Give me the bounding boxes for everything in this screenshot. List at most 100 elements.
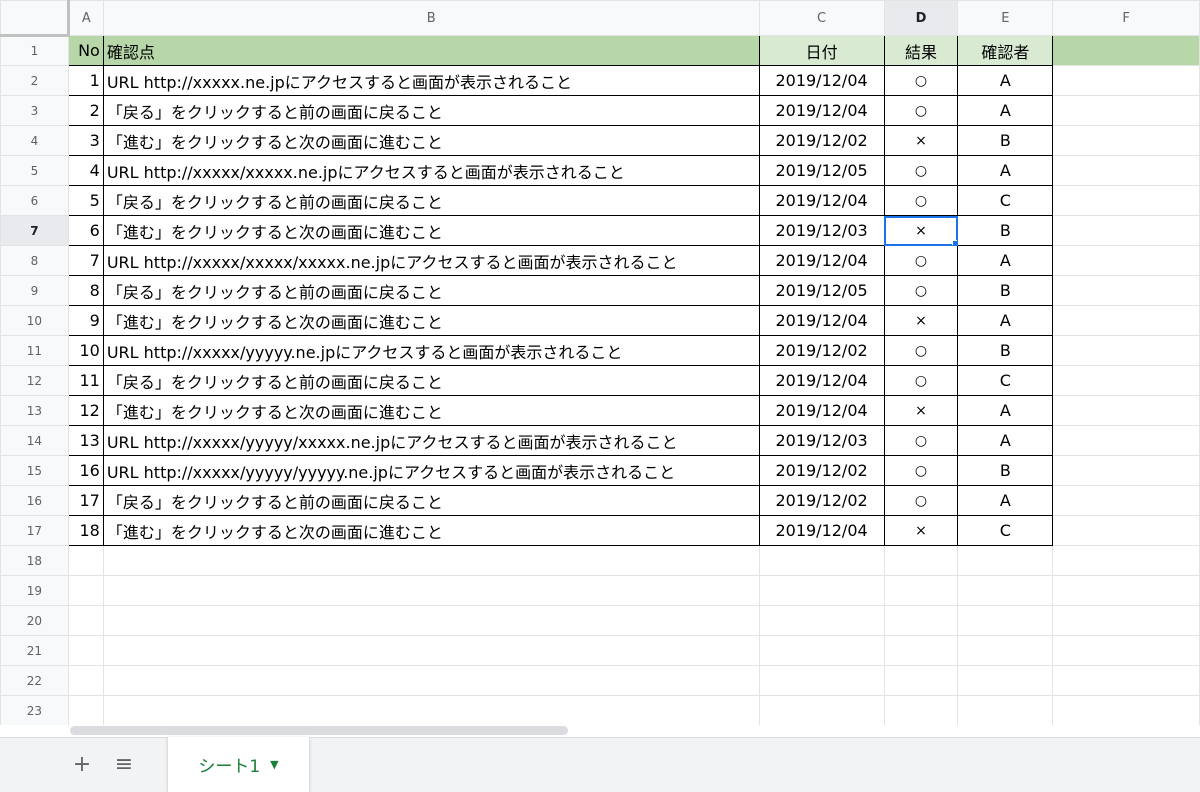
horizontal-scrollbar[interactable]: [70, 726, 568, 735]
cell-date[interactable]: 2019/12/04: [758, 185, 885, 216]
cell-no[interactable]: 4: [67, 155, 104, 186]
cell-checker[interactable]: A: [957, 395, 1054, 426]
row-header[interactable]: 14: [0, 425, 69, 456]
cell-result[interactable]: ×: [883, 395, 959, 426]
cell-no[interactable]: 11: [67, 365, 104, 396]
empty-cell[interactable]: [883, 635, 959, 666]
cell-check[interactable]: 「進む」をクリックすると次の画面に進むこと: [102, 515, 760, 546]
cell-result[interactable]: ○: [883, 245, 959, 276]
cell-checker[interactable]: B: [957, 215, 1054, 246]
empty-cell[interactable]: [67, 575, 104, 606]
cell-no[interactable]: 2: [67, 95, 104, 126]
empty-cell[interactable]: [1052, 605, 1200, 636]
cell-no[interactable]: 3: [67, 125, 104, 156]
cell-no[interactable]: 6: [67, 215, 104, 246]
empty-cell[interactable]: [957, 605, 1054, 636]
select-all-corner[interactable]: [0, 0, 70, 37]
empty-cell[interactable]: [1052, 515, 1200, 546]
header-cell-date[interactable]: 日付: [758, 35, 885, 66]
empty-cell[interactable]: [1052, 395, 1200, 426]
row-header[interactable]: 2: [0, 65, 69, 96]
cell-checker[interactable]: A: [957, 485, 1054, 516]
list-icon[interactable]: ≡: [108, 748, 140, 780]
cell-result[interactable]: ○: [883, 155, 959, 186]
cell-date[interactable]: 2019/12/04: [758, 395, 885, 426]
caret-down-icon[interactable]: ▼: [270, 758, 278, 771]
cell-date[interactable]: 2019/12/03: [758, 425, 885, 456]
cell-check[interactable]: 「戻る」をクリックすると前の画面に戻ること: [102, 275, 760, 306]
fill-handle[interactable]: [952, 240, 957, 245]
row-header[interactable]: 17: [0, 515, 69, 546]
empty-cell[interactable]: [67, 695, 104, 725]
cell-date[interactable]: 2019/12/04: [758, 95, 885, 126]
empty-cell[interactable]: [1052, 275, 1200, 306]
empty-cell[interactable]: [1052, 665, 1200, 696]
empty-cell[interactable]: [67, 545, 104, 576]
column-header-d[interactable]: D: [883, 0, 959, 36]
empty-cell[interactable]: [883, 665, 959, 696]
empty-cell[interactable]: [1052, 485, 1200, 516]
empty-cell[interactable]: [957, 665, 1054, 696]
row-header[interactable]: 4: [0, 125, 69, 156]
cell-check[interactable]: URL http://xxxxx/yyyyy/yyyyy.ne.jpにアクセスす…: [102, 455, 760, 486]
cell-no[interactable]: 9: [67, 305, 104, 336]
cell-checker[interactable]: B: [957, 275, 1054, 306]
cell-check[interactable]: URL http://xxxxx/xxxxx.ne.jpにアクセスすると画面が表…: [102, 155, 760, 186]
empty-cell[interactable]: [1052, 95, 1200, 126]
cell-check[interactable]: 「進む」をクリックすると次の画面に進むこと: [102, 395, 760, 426]
empty-cell[interactable]: [758, 545, 885, 576]
cell-result[interactable]: ○: [883, 95, 959, 126]
empty-cell[interactable]: [1052, 65, 1200, 96]
row-header[interactable]: 3: [0, 95, 69, 126]
empty-cell[interactable]: [1052, 575, 1200, 606]
cell-date[interactable]: 2019/12/04: [758, 65, 885, 96]
cell-date[interactable]: 2019/12/02: [758, 125, 885, 156]
empty-cell[interactable]: [102, 635, 760, 666]
empty-cell[interactable]: [957, 635, 1054, 666]
cell-check[interactable]: 「戻る」をクリックすると前の画面に戻ること: [102, 485, 760, 516]
empty-cell[interactable]: [67, 665, 104, 696]
cell-checker[interactable]: C: [957, 365, 1054, 396]
cell-checker[interactable]: C: [957, 515, 1054, 546]
empty-cell[interactable]: [102, 545, 760, 576]
cell-check[interactable]: 「戻る」をクリックすると前の画面に戻ること: [102, 185, 760, 216]
row-header[interactable]: 10: [0, 305, 69, 336]
row-header[interactable]: 18: [0, 545, 69, 576]
cell-check[interactable]: 「戻る」をクリックすると前の画面に戻ること: [102, 95, 760, 126]
empty-cell[interactable]: [1052, 545, 1200, 576]
row-header[interactable]: 13: [0, 395, 69, 426]
cell-check[interactable]: URL http://xxxxx/yyyyy/xxxxx.ne.jpにアクセスす…: [102, 425, 760, 456]
cell-result[interactable]: ×: [883, 125, 959, 156]
cell-date[interactable]: 2019/12/05: [758, 275, 885, 306]
header-cell-no[interactable]: No: [67, 35, 104, 66]
column-header-f[interactable]: F: [1052, 0, 1200, 36]
cell-no[interactable]: 1: [67, 65, 104, 96]
cell-no[interactable]: 13: [67, 425, 104, 456]
cell-date[interactable]: 2019/12/04: [758, 305, 885, 336]
empty-cell[interactable]: [1052, 35, 1200, 66]
sheet-tab[interactable]: シート1 ▼: [168, 737, 309, 792]
row-header[interactable]: 23: [0, 695, 69, 725]
empty-cell[interactable]: [1052, 185, 1200, 216]
empty-cell[interactable]: [1052, 125, 1200, 156]
cell-date[interactable]: 2019/12/05: [758, 155, 885, 186]
cell-no[interactable]: 7: [67, 245, 104, 276]
empty-cell[interactable]: [883, 695, 959, 725]
empty-cell[interactable]: [67, 605, 104, 636]
header-cell-checker[interactable]: 確認者: [957, 35, 1054, 66]
cell-checker[interactable]: A: [957, 155, 1054, 186]
row-header[interactable]: 21: [0, 635, 69, 666]
empty-cell[interactable]: [1052, 335, 1200, 366]
empty-cell[interactable]: [883, 605, 959, 636]
empty-cell[interactable]: [102, 575, 760, 606]
empty-cell[interactable]: [957, 575, 1054, 606]
row-header[interactable]: 5: [0, 155, 69, 186]
empty-cell[interactable]: [1052, 635, 1200, 666]
cell-result[interactable]: ×: [883, 515, 959, 546]
header-cell-check[interactable]: 確認点: [102, 35, 760, 66]
column-header-b[interactable]: B: [102, 0, 760, 36]
row-header[interactable]: 12: [0, 365, 69, 396]
cell-checker[interactable]: A: [957, 65, 1054, 96]
cell-result[interactable]: ○: [883, 425, 959, 456]
column-header-a[interactable]: A: [67, 0, 104, 36]
